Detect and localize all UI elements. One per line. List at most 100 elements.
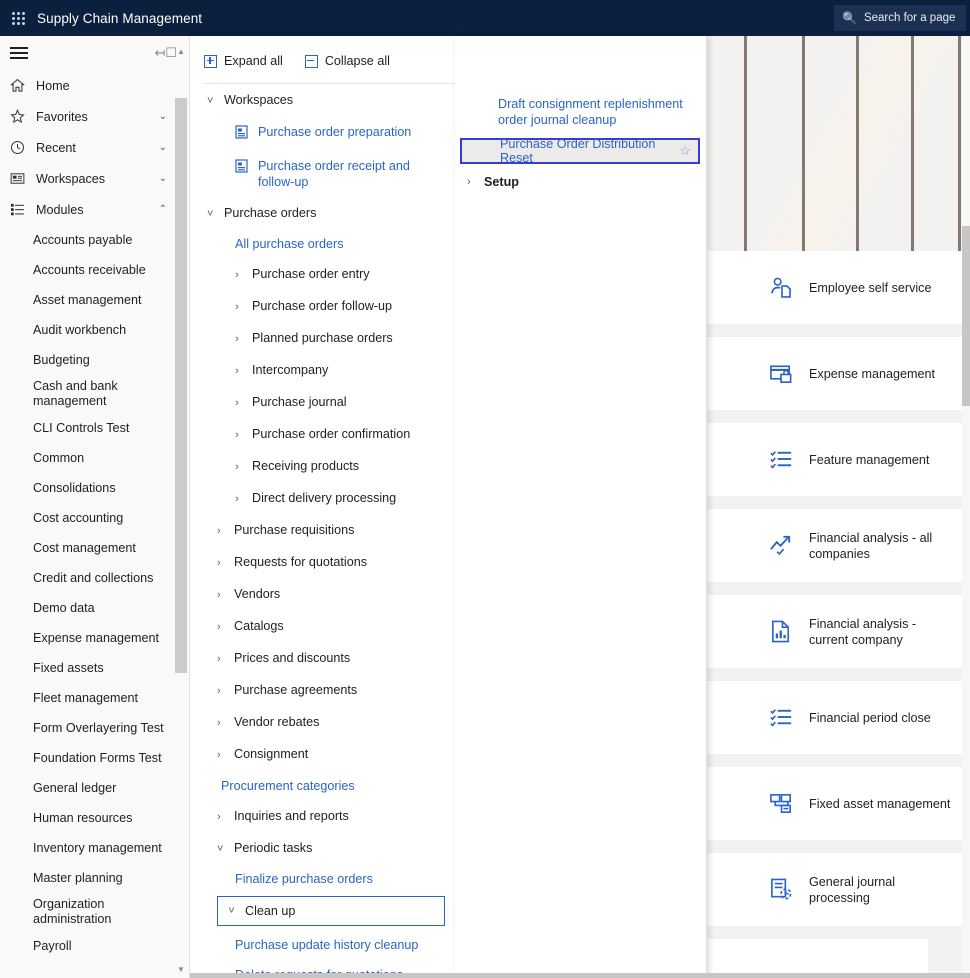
modules-icon xyxy=(10,202,36,217)
sidebar-module-budgeting[interactable]: Budgeting xyxy=(0,345,189,375)
workspace-link-label: Purchase order receipt and follow-up xyxy=(258,159,410,189)
workspace-tile-fixed-asset-management[interactable]: Fixed asset management xyxy=(749,767,968,840)
page-scrollbar[interactable] xyxy=(962,36,970,978)
sidebar-module-demo-data[interactable]: Demo data xyxy=(0,593,189,623)
workspace-tile-financial-analysis-all-companies[interactable]: Financial analysis - all companies xyxy=(749,509,968,582)
tree-node-clean-up[interactable]: ˅ Clean up xyxy=(217,896,445,926)
pin-icon[interactable]: ↤☐ xyxy=(154,45,177,61)
chevron-right-icon: › xyxy=(217,811,221,823)
sidebar-module-credit-and-collections[interactable]: Credit and collections xyxy=(0,563,189,593)
sidebar-item-modules[interactable]: Modules ⌃ xyxy=(0,194,189,225)
sidebar-module-consolidations[interactable]: Consolidations xyxy=(0,473,189,503)
tree-node-label: Setup xyxy=(484,174,519,189)
chevron-right-icon: › xyxy=(235,269,239,281)
chevron-right-icon: › xyxy=(235,493,239,505)
sidebar-item-label: Favorites xyxy=(36,109,88,124)
chevron-right-icon: › xyxy=(235,429,239,441)
sidebar-module-accounts-payable[interactable]: Accounts payable xyxy=(0,225,189,255)
tree-node-label: Purchase order follow-up xyxy=(252,299,393,313)
search-input[interactable]: 🔍 Search for a page xyxy=(834,5,966,31)
sidebar-module-inventory-management[interactable]: Inventory management xyxy=(0,833,189,863)
workspace-tile-financial-analysis-current-company[interactable]: Financial analysis - current company xyxy=(749,595,968,668)
sidebar-item-workspaces[interactable]: Workspaces ⌄ xyxy=(0,163,189,194)
report-chart-icon xyxy=(769,619,809,644)
sidebar-module-organization-administration[interactable]: Organization administration xyxy=(0,893,189,931)
sidebar-item-favorites[interactable]: Favorites ⌄ xyxy=(0,101,189,132)
sidebar-item-home[interactable]: Home xyxy=(0,70,189,101)
sidebar-module-asset-management[interactable]: Asset management xyxy=(0,285,189,315)
home-icon xyxy=(10,78,36,93)
chevron-right-icon: › xyxy=(217,589,221,601)
workspace-tile-label: Fixed asset management xyxy=(809,796,951,811)
sidebar-module-general-ledger[interactable]: General ledger xyxy=(0,773,189,803)
chevron-down-icon[interactable]: ⌄ xyxy=(159,142,167,153)
workspace-tile-feature-management[interactable]: Feature management xyxy=(749,423,968,496)
chevron-up-icon[interactable]: ⌃ xyxy=(159,204,167,215)
link-label: Procurement categories xyxy=(221,779,355,793)
sidebar-module-foundation-forms-test[interactable]: Foundation Forms Test xyxy=(0,743,189,773)
sidebar-module-expense-management[interactable]: Expense management xyxy=(0,623,189,653)
sidebar-module-common[interactable]: Common xyxy=(0,443,189,473)
sidebar-module-cost-accounting[interactable]: Cost accounting xyxy=(0,503,189,533)
sidebar-item-label: Recent xyxy=(36,140,76,155)
chevron-down-icon[interactable]: ⌄ xyxy=(159,111,167,122)
sidebar-module-cli-controls-test[interactable]: CLI Controls Test xyxy=(0,413,189,443)
sidebar-item-label: Modules xyxy=(36,202,84,217)
app-launcher-icon[interactable] xyxy=(0,0,36,36)
chevron-right-icon: › xyxy=(217,717,221,729)
bottom-scrollbar[interactable] xyxy=(190,973,970,978)
chevron-right-icon: › xyxy=(235,333,239,345)
tree-node-label: Catalogs xyxy=(234,619,284,633)
expand-all-label: Expand all xyxy=(224,54,283,68)
tree-node-label: Clean up xyxy=(245,903,296,918)
collapse-all-button[interactable]: Collapse all xyxy=(304,54,390,68)
workspace-tile-expense-management[interactable]: Expense management xyxy=(749,337,968,410)
sidebar-module-payroll[interactable]: Payroll xyxy=(0,931,189,961)
sidebar-module-form-overlayering-test[interactable]: Form Overlayering Test xyxy=(0,713,189,743)
chevron-down-icon: ˅ xyxy=(207,208,214,220)
hamburger-menu-icon[interactable] xyxy=(10,44,28,62)
sidebar-module-cash-and-bank-management[interactable]: Cash and bank management xyxy=(0,375,189,413)
sidebar-module-master-planning[interactable]: Master planning xyxy=(0,863,189,893)
sidebar-scroll-thumb[interactable] xyxy=(175,98,187,673)
sidebar-module-cost-management[interactable]: Cost management xyxy=(0,533,189,563)
sidebar-module-audit-workbench[interactable]: Audit workbench xyxy=(0,315,189,345)
expand-all-button[interactable]: Expand all xyxy=(204,54,283,68)
expense-management-icon xyxy=(769,361,809,386)
chevron-down-icon[interactable]: ⌄ xyxy=(159,173,167,184)
link-label: Purchase update history cleanup xyxy=(235,938,419,952)
favorite-star-icon[interactable]: ☆ xyxy=(679,143,691,159)
tree-group-label: Workspaces xyxy=(224,93,294,107)
sidebar-module-fixed-assets[interactable]: Fixed assets xyxy=(0,653,189,683)
workspace-tile-employee-self-service[interactable]: Employee self service xyxy=(749,251,968,324)
chevron-right-icon: › xyxy=(235,301,239,313)
link-draft-consignment-cleanup[interactable]: Draft consignment replenishment order jo… xyxy=(455,88,706,128)
feature-management-icon xyxy=(769,447,809,472)
clock-icon xyxy=(10,140,36,155)
sidebar-scroll-track[interactable] xyxy=(175,58,187,962)
sidebar-module-fleet-management[interactable]: Fleet management xyxy=(0,683,189,713)
sidebar-scrollbar[interactable]: ▲ ▼ xyxy=(175,44,187,976)
clean-up-submenu-flyout: Draft consignment replenishment order jo… xyxy=(455,36,707,978)
page-scrollbar-thumb[interactable] xyxy=(962,226,970,406)
tree-node-label: Consignment xyxy=(234,747,309,761)
menu-item-purchase-order-distribution-reset[interactable]: Purchase Order Distribution Reset ☆ xyxy=(460,137,700,165)
workspace-page-icon xyxy=(235,125,249,144)
chevron-right-icon: › xyxy=(217,749,221,761)
workspace-tile-label: Expense management xyxy=(809,366,936,381)
tree-node-setup[interactable]: › Setup xyxy=(455,164,706,191)
sidebar-module-accounts-receivable[interactable]: Accounts receivable xyxy=(0,255,189,285)
sidebar-header: ↤☐ xyxy=(0,36,189,70)
workspace-tile-general-journal-processing[interactable]: General journal processing xyxy=(749,853,968,926)
journal-processing-icon xyxy=(769,877,809,902)
tree-node-label: Vendors xyxy=(234,587,281,601)
chevron-right-icon: › xyxy=(235,365,239,377)
workspace-page-icon xyxy=(235,159,249,178)
sidebar-item-recent[interactable]: Recent ⌄ xyxy=(0,132,189,163)
chevron-right-icon: › xyxy=(235,461,239,473)
chevron-up-icon[interactable]: ▲ xyxy=(175,44,187,58)
chevron-down-icon: ˅ xyxy=(217,843,224,855)
chevron-down-icon[interactable]: ▼ xyxy=(175,962,187,976)
workspace-tile-financial-period-close[interactable]: Financial period close xyxy=(749,681,968,754)
sidebar-module-human-resources[interactable]: Human resources xyxy=(0,803,189,833)
